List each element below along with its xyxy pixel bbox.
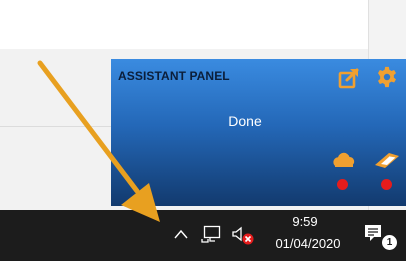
chevron-up-icon[interactable] [173,228,189,240]
status-indicator-dot [381,179,392,190]
desktop-background-top [0,0,368,49]
tag-icon[interactable] [374,151,400,169]
divider [0,126,112,127]
panel-title: ASSISTANT PANEL [118,69,230,83]
network-icon[interactable] [201,225,221,243]
notification-count-badge: 1 [381,234,398,251]
cloud-icon[interactable] [332,151,356,169]
status-indicator-dot [337,179,348,190]
gear-icon[interactable] [376,66,398,88]
clock-time[interactable]: 9:59 [270,214,340,229]
clock-date[interactable]: 01/04/2020 [268,236,348,251]
status-text: Done [228,113,262,129]
volume-muted-icon[interactable] [231,226,255,246]
assistant-panel: ASSISTANT PANEL Done [111,59,406,206]
external-link-icon[interactable] [338,67,360,89]
